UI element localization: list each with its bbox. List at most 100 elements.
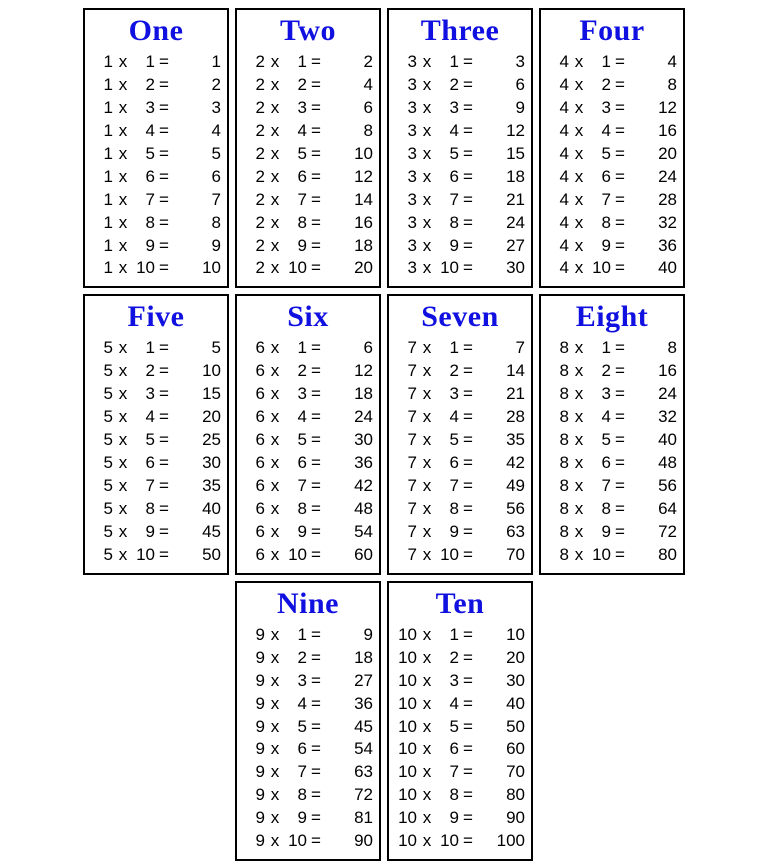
product: 48 — [325, 498, 373, 521]
table-row: 5x2=10 — [91, 360, 221, 383]
product: 42 — [325, 475, 373, 498]
times-symbol: x — [569, 51, 589, 74]
product: 80 — [629, 544, 677, 567]
equals-symbol: = — [611, 97, 629, 120]
multiplier: 4 — [437, 120, 459, 143]
times-symbol: x — [417, 235, 437, 258]
table-card-5: Five5x1=55x2=105x3=155x4=205x5=255x6=305… — [83, 294, 229, 574]
table-card-9: Nine9x1=99x2=189x3=279x4=369x5=459x6=549… — [235, 581, 381, 861]
multiplier: 1 — [133, 337, 155, 360]
times-symbol: x — [265, 544, 285, 567]
times-symbol: x — [569, 406, 589, 429]
equals-symbol: = — [459, 693, 477, 716]
product: 40 — [477, 693, 525, 716]
multiplier: 1 — [437, 51, 459, 74]
product: 56 — [477, 498, 525, 521]
times-symbol: x — [113, 189, 133, 212]
equals-symbol: = — [155, 212, 173, 235]
times-symbol: x — [113, 257, 133, 280]
multiplicand: 6 — [243, 521, 265, 544]
product: 12 — [325, 166, 373, 189]
multiplicand: 9 — [243, 830, 265, 853]
multiplier: 4 — [285, 120, 307, 143]
multiplicand: 3 — [395, 143, 417, 166]
times-symbol: x — [265, 120, 285, 143]
product: 10 — [173, 360, 221, 383]
table-row: 7x6=42 — [395, 452, 525, 475]
multiplicand: 2 — [243, 212, 265, 235]
equals-symbol: = — [307, 74, 325, 97]
equals-symbol: = — [611, 235, 629, 258]
times-symbol: x — [417, 74, 437, 97]
product: 10 — [325, 143, 373, 166]
table-row: 8x2=16 — [547, 360, 677, 383]
product: 9 — [325, 624, 373, 647]
equals-symbol: = — [307, 120, 325, 143]
times-symbol: x — [113, 166, 133, 189]
multiplier: 6 — [285, 738, 307, 761]
multiplicand: 9 — [243, 624, 265, 647]
product: 100 — [477, 830, 525, 853]
multiplier: 10 — [133, 544, 155, 567]
product: 54 — [325, 738, 373, 761]
multiplier: 2 — [285, 647, 307, 670]
multiplicand: 3 — [395, 51, 417, 74]
times-symbol: x — [417, 452, 437, 475]
product: 27 — [325, 670, 373, 693]
table-row: 10x1=10 — [395, 624, 525, 647]
multiplier: 8 — [285, 212, 307, 235]
times-symbol: x — [417, 212, 437, 235]
multiplicand: 9 — [243, 670, 265, 693]
multiplier: 1 — [437, 624, 459, 647]
product: 16 — [629, 120, 677, 143]
multiplier: 1 — [589, 51, 611, 74]
table-title: Two — [243, 14, 373, 47]
product: 5 — [173, 337, 221, 360]
equals-symbol: = — [459, 360, 477, 383]
equals-symbol: = — [611, 521, 629, 544]
multiplier: 6 — [285, 166, 307, 189]
multiplier: 9 — [437, 521, 459, 544]
times-symbol: x — [417, 406, 437, 429]
table-card-4: Four4x1=44x2=84x3=124x4=164x5=204x6=244x… — [539, 8, 685, 288]
times-symbol: x — [265, 429, 285, 452]
multiplier: 2 — [589, 74, 611, 97]
table-row: 1x9=9 — [91, 235, 221, 258]
multiplicand: 4 — [547, 257, 569, 280]
multiplicand: 6 — [243, 337, 265, 360]
product: 30 — [325, 429, 373, 452]
times-symbol: x — [265, 452, 285, 475]
table-row: 7x10=70 — [395, 544, 525, 567]
equals-symbol: = — [611, 51, 629, 74]
multiplier: 2 — [133, 74, 155, 97]
table-row: 4x2=8 — [547, 74, 677, 97]
equals-symbol: = — [307, 406, 325, 429]
table-row: 9x8=72 — [243, 784, 373, 807]
equals-symbol: = — [459, 647, 477, 670]
multiplier: 3 — [437, 383, 459, 406]
product: 40 — [173, 498, 221, 521]
multiplicand: 7 — [395, 406, 417, 429]
table-row: 9x3=27 — [243, 670, 373, 693]
table-row: 2x4=8 — [243, 120, 373, 143]
times-symbol: x — [417, 166, 437, 189]
equals-symbol: = — [611, 166, 629, 189]
times-symbol: x — [113, 212, 133, 235]
product: 6 — [325, 337, 373, 360]
product: 9 — [173, 235, 221, 258]
table-row: 3x6=18 — [395, 166, 525, 189]
multiplier: 4 — [285, 406, 307, 429]
equals-symbol: = — [307, 475, 325, 498]
multiplicand: 6 — [243, 498, 265, 521]
times-symbol: x — [417, 761, 437, 784]
times-symbol: x — [569, 498, 589, 521]
multiplicand: 7 — [395, 360, 417, 383]
multiplier: 9 — [437, 235, 459, 258]
product: 2 — [325, 51, 373, 74]
times-symbol: x — [569, 143, 589, 166]
table-row: 2x3=6 — [243, 97, 373, 120]
times-symbol: x — [417, 97, 437, 120]
equals-symbol: = — [459, 212, 477, 235]
multiplicand: 4 — [547, 212, 569, 235]
equals-symbol: = — [459, 97, 477, 120]
